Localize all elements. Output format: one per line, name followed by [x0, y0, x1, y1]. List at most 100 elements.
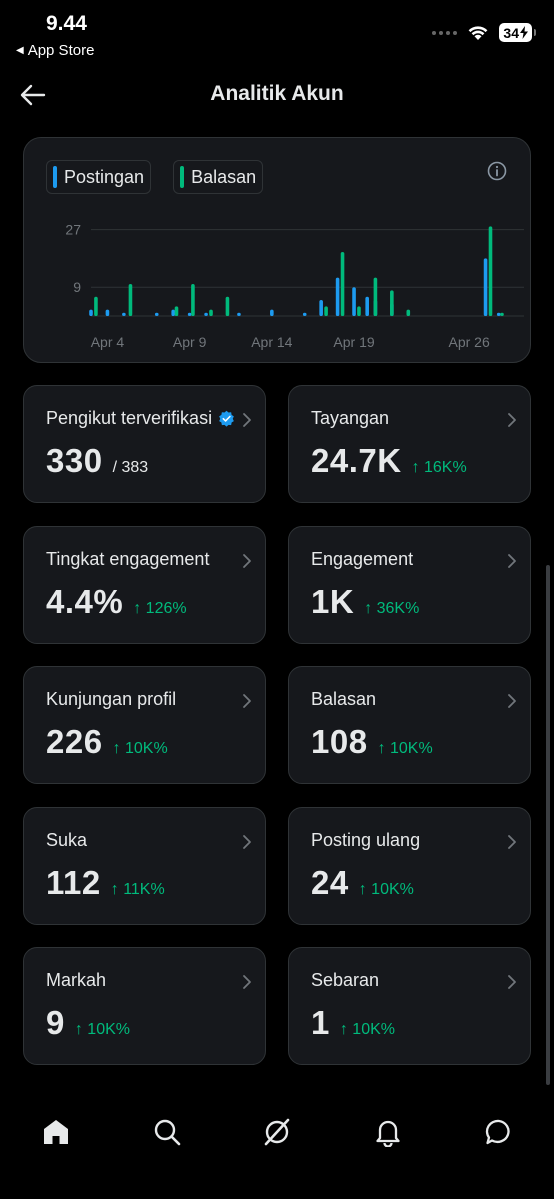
- status-indicators: 34: [432, 23, 536, 42]
- stat-label: Tingkat engagement: [46, 549, 210, 569]
- bar-balasan: [94, 296, 98, 316]
- bar-balasan: [340, 252, 345, 316]
- stat-value-row: 9 ↑ 10K%: [46, 1004, 130, 1042]
- bar-balasan: [209, 309, 213, 316]
- chevron-right-icon: [243, 835, 251, 849]
- message-icon[interactable]: [484, 1117, 514, 1147]
- stat-label: Kunjungan profil: [46, 689, 177, 709]
- x-tick-label: Apr 19: [333, 334, 374, 350]
- stat-card-shares[interactable]: Sebaran 1 ↑ 10K%: [288, 947, 531, 1065]
- chevron-right-icon: [508, 975, 516, 989]
- bar-balasan: [357, 306, 361, 316]
- stat-label: Balasan: [311, 689, 377, 709]
- bar-balasan: [191, 284, 195, 316]
- legend-label-postingan: Postingan: [64, 166, 145, 187]
- x-tick-label: Apr 14: [251, 334, 292, 350]
- legend-postingan[interactable]: Postingan: [46, 160, 152, 194]
- stat-value: 108: [311, 723, 368, 760]
- stat-value: 4.4%: [46, 583, 124, 620]
- bar-postingan: [302, 312, 307, 316]
- chevron-right-icon: [243, 413, 251, 427]
- stat-label: Posting ulang: [311, 830, 421, 850]
- scrollbar[interactable]: [546, 565, 550, 1085]
- stat-label: Engagement: [311, 549, 414, 569]
- bar-postingan: [496, 312, 501, 316]
- wifi-icon: [469, 25, 488, 40]
- stat-card-impressions[interactable]: Tayangan 24.7K ↑ 16K%: [288, 385, 531, 503]
- chevron-right-icon: [508, 554, 516, 568]
- stat-value-row: 226 ↑ 10K%: [46, 723, 168, 761]
- stat-card-engagement-rate[interactable]: Tingkat engagement 4.4% ↑ 126%: [23, 526, 266, 644]
- bar-postingan: [335, 277, 340, 316]
- status-bar: 9.44 ◀ App Store 34: [0, 0, 554, 66]
- bar-balasan: [174, 306, 179, 316]
- stat-change: ↑ 16K%: [411, 459, 467, 476]
- bar-postingan: [154, 312, 159, 316]
- stat-card-engagements[interactable]: Engagement 1K ↑ 36K%: [288, 526, 531, 644]
- home-icon[interactable]: [41, 1117, 71, 1147]
- bar-balasan: [225, 296, 230, 316]
- y-tick-label: 9: [73, 279, 81, 295]
- bar-balasan: [373, 277, 378, 316]
- bar-postingan: [105, 309, 110, 316]
- verified-badge-icon: [219, 410, 234, 427]
- stat-value-row: 330 / 383: [46, 442, 148, 480]
- stat-value-row: 1 ↑ 10K%: [311, 1004, 395, 1042]
- back-to-app-store[interactable]: ◀ App Store: [16, 42, 94, 59]
- bar-postingan: [237, 312, 241, 316]
- stat-card-verified-followers[interactable]: Pengikut terverifikasi 330 / 383: [23, 385, 266, 503]
- grok-icon[interactable]: [262, 1117, 292, 1147]
- x-tick-label: Apr 9: [173, 334, 207, 350]
- header: Analitik Akun: [0, 72, 554, 116]
- stat-value-row: 24.7K ↑ 16K%: [311, 442, 467, 480]
- stat-label: Pengikut terverifikasi: [46, 408, 213, 428]
- stat-value: 9: [46, 1004, 65, 1041]
- chart-legend: Postingan Balasan: [46, 160, 264, 194]
- chevron-right-icon: [243, 694, 251, 708]
- stat-change: ↑ 10K%: [377, 740, 433, 757]
- legend-balasan[interactable]: Balasan: [173, 160, 264, 194]
- stat-change: ↑ 36K%: [364, 600, 420, 617]
- stat-change: ↑ 10K%: [339, 1021, 395, 1038]
- stat-card-profile-visits[interactable]: Kunjungan profil 226 ↑ 10K%: [23, 666, 266, 784]
- stat-value: 24.7K: [311, 442, 402, 479]
- stat-value-row: 112 ↑ 11K%: [46, 864, 165, 902]
- signal-icon: [432, 30, 458, 35]
- bottom-tab-bar: [0, 1089, 554, 1199]
- stat-card-likes[interactable]: Suka 112 ↑ 11K%: [23, 807, 266, 925]
- legend-swatch-postingan: [53, 166, 57, 188]
- bar-postingan: [187, 312, 192, 316]
- stat-card-reposts[interactable]: Posting ulang 24 ↑ 10K%: [288, 807, 531, 925]
- stat-value: 24: [311, 864, 349, 901]
- charging-bolt-icon: [520, 26, 528, 39]
- stat-card-bookmarks[interactable]: Markah 9 ↑ 10K%: [23, 947, 266, 1065]
- stat-card-replies[interactable]: Balasan 108 ↑ 10K%: [288, 666, 531, 784]
- back-to-app-label: App Store: [27, 42, 95, 59]
- bar-balasan: [406, 309, 411, 316]
- bar-postingan: [89, 309, 93, 316]
- activity-chart-card: 27 9 Apr 4 Apr 9 Apr 14 Apr 19 Apr 26 Postinga…: [23, 137, 531, 363]
- stat-value: 226: [46, 723, 103, 760]
- chevron-right-icon: [508, 413, 516, 427]
- status-time: 9.44: [46, 12, 87, 35]
- page-title: Analitik Akun: [210, 82, 344, 105]
- stat-label: Markah: [46, 970, 107, 990]
- x-tick-label: Apr 26: [448, 334, 489, 350]
- bar-balasan: [128, 284, 133, 316]
- back-triangle-icon: ◀: [16, 45, 24, 56]
- bar-balasan: [390, 290, 394, 316]
- bell-icon[interactable]: [373, 1117, 403, 1147]
- stat-value-row: 4.4% ↑ 126%: [46, 583, 187, 621]
- bar-balasan: [488, 226, 493, 316]
- bar-postingan: [483, 258, 488, 316]
- bar-postingan: [352, 287, 356, 316]
- bar-postingan: [171, 309, 175, 316]
- info-icon[interactable]: [486, 160, 508, 182]
- stat-total: / 383: [112, 459, 149, 476]
- x-tick-label: Apr 4: [91, 334, 125, 350]
- search-icon[interactable]: [152, 1117, 182, 1147]
- chevron-right-icon: [508, 835, 516, 849]
- stat-value: 330: [46, 442, 103, 479]
- battery-level: 34: [503, 24, 519, 41]
- stat-change: ↑ 10K%: [74, 1021, 130, 1038]
